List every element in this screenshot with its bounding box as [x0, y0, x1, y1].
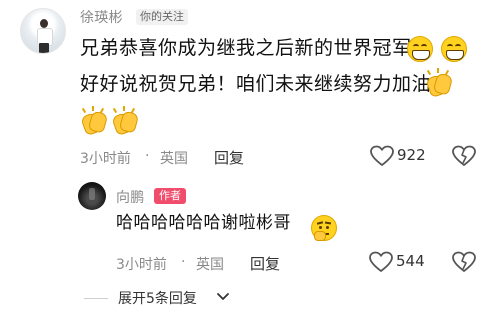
chevron-down-icon[interactable]	[216, 292, 230, 302]
avatar-figure-legs	[39, 43, 49, 53]
thinking-face-icon	[311, 215, 337, 241]
grinning-face-icon	[407, 36, 433, 62]
comment-location: 英国	[160, 151, 188, 167]
follow-badge: 你的关注	[136, 9, 188, 25]
broken-heart-icon[interactable]	[452, 251, 476, 273]
expand-replies-button[interactable]: 展开5条回复	[118, 288, 197, 308]
reply-location: 英国	[196, 257, 224, 273]
clapping-hands-icon	[111, 106, 140, 137]
reply-to-reply-button[interactable]: 回复	[250, 253, 280, 274]
author-badge: 作者	[154, 188, 186, 204]
grinning-face-icon	[441, 36, 467, 62]
reply-avatar[interactable]	[78, 182, 106, 210]
comment-text-line-2: 好好说祝贺兄弟！咱们未来继续努力加油	[80, 73, 432, 95]
comment-text-line-1: 兄弟恭喜你成为继我之后新的世界冠军	[80, 37, 412, 59]
clapping-hands-icon	[425, 68, 454, 99]
comment-timestamp: 3小时前	[80, 151, 131, 167]
heart-icon[interactable]	[370, 145, 394, 167]
like-count: 922	[397, 146, 426, 164]
heart-icon[interactable]	[369, 251, 393, 273]
meta-separator: ·	[145, 148, 150, 164]
broken-heart-icon[interactable]	[452, 145, 476, 167]
meta-separator: ·	[181, 254, 186, 270]
reply-timestamp: 3小时前	[116, 257, 167, 273]
reply-text: 哈哈哈哈哈哈谢啦彬哥	[116, 213, 291, 233]
comment-thread: 徐瑛彬 你的关注 兄弟恭喜你成为继我之后新的世界冠军 好好说祝贺兄弟！咱们未来继…	[0, 0, 500, 314]
reply-button[interactable]: 回复	[214, 147, 244, 168]
avatar[interactable]	[20, 8, 66, 54]
avatar-figure-head	[40, 19, 48, 28]
reply-username[interactable]: 向鹏	[116, 187, 145, 207]
expand-divider	[84, 298, 108, 299]
clapping-hands-icon	[80, 106, 109, 137]
avatar-glint	[89, 188, 95, 200]
reply-like-count: 544	[396, 252, 425, 270]
comment-username[interactable]: 徐瑛彬	[80, 7, 123, 27]
